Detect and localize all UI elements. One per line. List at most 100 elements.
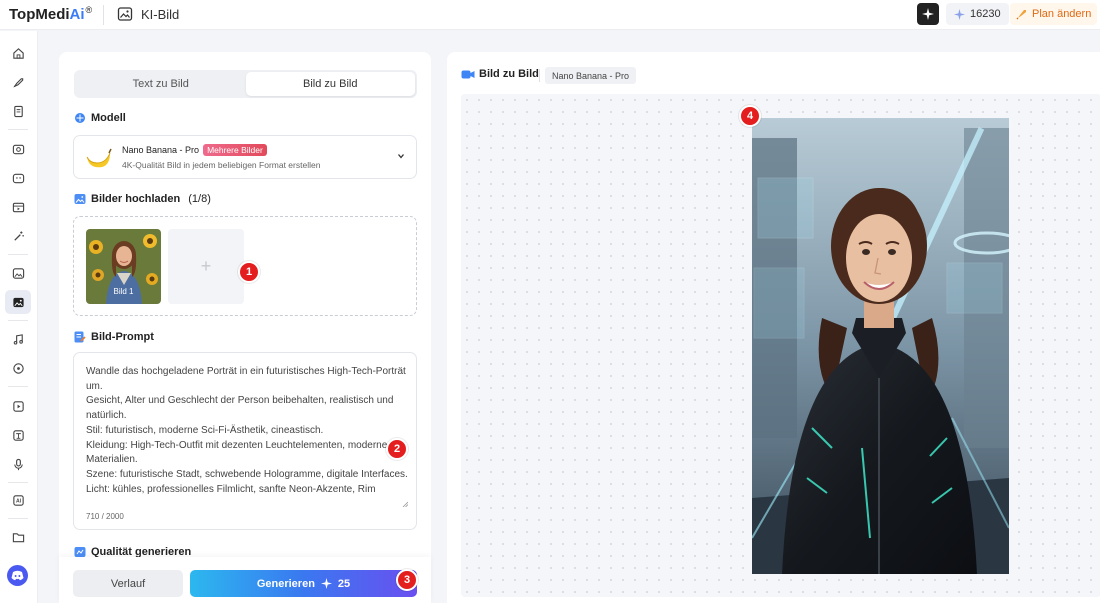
credits-count: 16230 bbox=[970, 8, 1001, 20]
sidebar-item-document[interactable] bbox=[5, 99, 31, 123]
sidebar-item-home[interactable] bbox=[5, 41, 31, 65]
face-icon bbox=[12, 173, 24, 183]
video-icon bbox=[12, 202, 24, 212]
upload-section-title: Bilder hochladen bbox=[91, 193, 181, 205]
rocket-icon bbox=[12, 77, 23, 87]
sidebar-item-rocket[interactable] bbox=[5, 70, 31, 94]
sidebar-item-image-to-image[interactable] bbox=[5, 137, 31, 161]
sidebar-item-ai-box[interactable]: AI bbox=[5, 488, 31, 512]
sidebar-item-video-edit[interactable] bbox=[5, 394, 31, 418]
generate-cost: 25 bbox=[337, 577, 351, 590]
brand-logo[interactable]: TopMediAi® bbox=[9, 5, 92, 23]
top-bar: TopMediAi® KI-Bild 16230 Plan ändern bbox=[0, 0, 1100, 30]
generated-image[interactable] bbox=[752, 118, 1009, 574]
result-panel: Bild zu Bild Nano Banana - Pro bbox=[447, 52, 1100, 603]
upload-section-label: Bilder hochladen (1/8) bbox=[74, 193, 211, 205]
sidebar-item-magic-wand[interactable] bbox=[5, 224, 31, 248]
generate-label: Generieren bbox=[256, 577, 315, 590]
rocket-icon bbox=[1016, 10, 1026, 20]
left-sidebar: AI bbox=[0, 31, 38, 603]
model-icon bbox=[75, 113, 85, 123]
topbar-divider bbox=[103, 5, 104, 25]
sidebar-item-ai-image[interactable] bbox=[5, 290, 31, 314]
discord-button[interactable] bbox=[7, 565, 28, 586]
annotation-marker-1: 1 bbox=[238, 261, 260, 283]
page-title: KI-Bild bbox=[141, 7, 180, 22]
prompt-text[interactable]: Wandle das hochgeladene Porträt in ein f… bbox=[86, 365, 408, 507]
result-canvas bbox=[461, 94, 1100, 597]
tab-text-to-image[interactable]: Text zu Bild bbox=[76, 72, 246, 96]
home-icon bbox=[12, 47, 24, 59]
multi-image-badge: Mehrere Bilder bbox=[203, 144, 267, 156]
video-camera-icon bbox=[461, 70, 475, 78]
sidebar-divider bbox=[8, 320, 28, 321]
ai-box-icon: AI bbox=[12, 494, 24, 506]
tab-image-to-image[interactable]: Bild zu Bild bbox=[245, 72, 415, 96]
prompt-section-title: Bild-Prompt bbox=[91, 331, 154, 343]
sidebar-item-translate[interactable] bbox=[5, 423, 31, 447]
video-edit-icon bbox=[12, 400, 24, 412]
plan-label: Plan ändern bbox=[1032, 8, 1092, 20]
uploaded-image-label: Bild 1 bbox=[113, 287, 134, 296]
upload-image-icon bbox=[74, 194, 86, 204]
sidebar-item-folder[interactable] bbox=[5, 525, 31, 549]
chevron-down-icon bbox=[398, 154, 404, 159]
plus-icon: + bbox=[200, 256, 212, 276]
futuristic-portrait-image bbox=[752, 118, 1009, 574]
translate-icon bbox=[12, 429, 24, 441]
sidebar-item-music[interactable] bbox=[5, 327, 31, 351]
music-icon bbox=[13, 333, 23, 345]
settings-panel: Text zu Bild Bild zu Bild Modell Nano Ba… bbox=[59, 52, 431, 603]
add-image-button[interactable]: + bbox=[168, 229, 244, 304]
brand-ai: Ai bbox=[69, 6, 85, 23]
image-icon bbox=[117, 7, 133, 21]
discord-icon bbox=[11, 570, 24, 581]
sidebar-item-microphone[interactable] bbox=[5, 452, 31, 476]
audio-icon bbox=[12, 362, 24, 374]
sidebar-divider bbox=[8, 386, 28, 387]
sidebar-divider bbox=[8, 518, 28, 519]
sparkle-icon bbox=[922, 8, 934, 20]
upload-count: (1/8) bbox=[188, 193, 211, 205]
model-section-title: Modell bbox=[91, 112, 126, 124]
resize-handle-icon[interactable] bbox=[402, 501, 408, 507]
prompt-char-count: 710 / 2000 bbox=[86, 512, 124, 521]
model-description: 4K-Qualität Bild in jedem beliebigen For… bbox=[122, 160, 321, 170]
action-bar: Verlauf Generieren 25 bbox=[59, 557, 431, 603]
image-icon bbox=[12, 267, 24, 279]
generate-button[interactable]: Generieren 25 bbox=[190, 570, 417, 597]
sparkle-button[interactable] bbox=[917, 3, 939, 25]
sidebar-divider bbox=[8, 482, 28, 483]
svg-text:AI: AI bbox=[15, 498, 21, 504]
annotation-marker-4: 4 bbox=[739, 105, 761, 127]
model-section-label: Modell bbox=[74, 112, 126, 124]
sidebar-item-audio[interactable] bbox=[5, 356, 31, 380]
change-plan-button[interactable]: Plan ändern bbox=[1010, 3, 1098, 25]
image-to-image-icon bbox=[12, 144, 24, 154]
model-select[interactable]: Nano Banana - Pro Mehrere Bilder 4K-Qual… bbox=[73, 135, 417, 179]
sidebar-item-video[interactable] bbox=[5, 195, 31, 219]
history-button[interactable]: Verlauf bbox=[73, 570, 183, 597]
result-header: Bild zu Bild bbox=[461, 68, 539, 80]
model-chip: Nano Banana - Pro bbox=[545, 67, 637, 84]
sidebar-item-image[interactable] bbox=[5, 261, 31, 285]
model-name: Nano Banana - Pro bbox=[122, 145, 200, 155]
banana-icon bbox=[86, 148, 112, 168]
prompt-section-label: Bild-Prompt bbox=[74, 331, 154, 343]
document-icon bbox=[13, 105, 23, 117]
ai-image-icon bbox=[12, 297, 24, 307]
model-name-row: Nano Banana - Pro Mehrere Bilder bbox=[122, 144, 267, 156]
result-title: Bild zu Bild bbox=[479, 68, 539, 80]
header-divider bbox=[539, 69, 540, 82]
sidebar-divider bbox=[8, 254, 28, 255]
prompt-textarea[interactable]: Wandle das hochgeladene Porträt in ein f… bbox=[73, 352, 417, 530]
uploaded-image-thumbnail[interactable]: Bild 1 bbox=[86, 229, 161, 304]
brand-registered: ® bbox=[85, 5, 93, 15]
sidebar-divider bbox=[8, 129, 28, 130]
annotation-marker-3: 3 bbox=[396, 569, 418, 591]
credits-badge[interactable]: 16230 bbox=[946, 3, 1009, 25]
prompt-edit-icon bbox=[74, 331, 86, 343]
folder-icon bbox=[12, 532, 24, 542]
sidebar-item-face[interactable] bbox=[5, 166, 31, 190]
credit-sparkle-icon bbox=[954, 8, 965, 20]
